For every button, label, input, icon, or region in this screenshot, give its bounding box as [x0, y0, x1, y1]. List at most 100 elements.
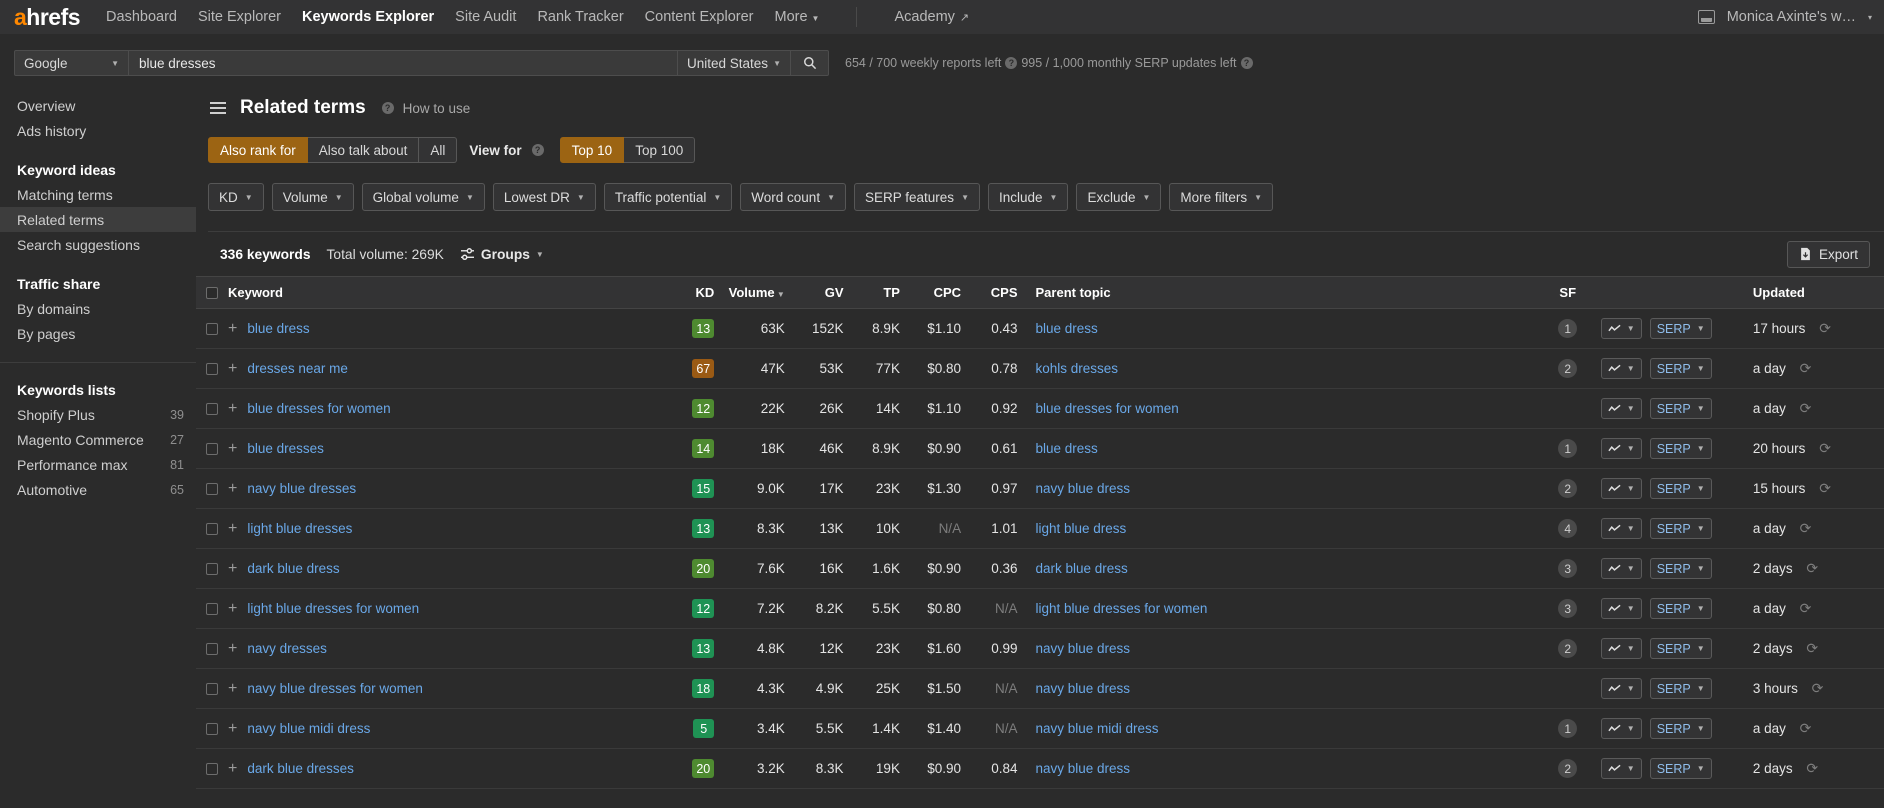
table-row[interactable]: + dresses near me 67 47K 53K 77K $0.80 0…: [196, 349, 1884, 389]
column-header-sf[interactable]: SF: [1541, 277, 1595, 309]
serp-button[interactable]: SERP ▼: [1650, 638, 1712, 659]
sidebar-item-performance-max[interactable]: Performance max 81: [0, 452, 196, 477]
sidebar-item-overview[interactable]: Overview: [0, 93, 196, 118]
column-header-tp[interactable]: TP: [850, 277, 906, 309]
column-header-cps[interactable]: CPS: [967, 277, 1023, 309]
parent-topic-link[interactable]: blue dresses for women: [1036, 401, 1179, 416]
row-checkbox[interactable]: [206, 403, 218, 415]
metrics-chart-button[interactable]: ▼: [1601, 318, 1642, 339]
parent-topic-link[interactable]: blue dress: [1036, 441, 1098, 456]
metrics-chart-button[interactable]: ▼: [1601, 398, 1642, 419]
sidebar-item-shopify-plus[interactable]: Shopify Plus 39: [0, 402, 196, 427]
row-checkbox[interactable]: [206, 763, 218, 775]
filter-global-volume[interactable]: Global volume▼: [362, 183, 485, 211]
table-row[interactable]: + light blue dresses for women 12 7.2K 8…: [196, 589, 1884, 629]
parent-topic-link[interactable]: navy blue dress: [1036, 761, 1131, 776]
search-submit-button[interactable]: [791, 50, 829, 76]
sf-badge[interactable]: 2: [1558, 639, 1577, 658]
help-icon[interactable]: ?: [532, 144, 544, 156]
keyword-link[interactable]: blue dresses: [247, 441, 324, 456]
ahrefs-logo[interactable]: ahrefs: [14, 6, 80, 29]
metrics-chart-button[interactable]: ▼: [1601, 358, 1642, 379]
table-row[interactable]: + navy blue midi dress 5 3.4K 5.5K 1.4K …: [196, 709, 1884, 749]
parent-topic-link[interactable]: navy blue midi dress: [1036, 721, 1159, 736]
serp-button[interactable]: SERP ▼: [1650, 358, 1712, 379]
serp-button[interactable]: SERP ▼: [1650, 598, 1712, 619]
row-checkbox[interactable]: [206, 603, 218, 615]
serp-button[interactable]: SERP ▼: [1650, 758, 1712, 779]
nav-link-academy[interactable]: Academy↗: [894, 9, 969, 25]
sf-badge[interactable]: 2: [1558, 479, 1577, 498]
inbox-icon[interactable]: [1698, 10, 1715, 24]
add-keyword-icon[interactable]: +: [228, 761, 237, 777]
column-header-keyword[interactable]: Keyword: [196, 277, 666, 309]
filter-kd[interactable]: KD▼: [208, 183, 264, 211]
menu-toggle-icon[interactable]: [208, 100, 228, 116]
sf-badge[interactable]: 2: [1558, 759, 1577, 778]
column-header-volume[interactable]: Volume ▼: [720, 277, 791, 309]
parent-topic-link[interactable]: kohls dresses: [1036, 361, 1119, 376]
parent-topic-link[interactable]: blue dress: [1036, 321, 1098, 336]
add-keyword-icon[interactable]: +: [228, 481, 237, 497]
row-checkbox[interactable]: [206, 643, 218, 655]
table-row[interactable]: + navy blue dresses 15 9.0K 17K 23K $1.3…: [196, 469, 1884, 509]
keyword-link[interactable]: dark blue dress: [247, 561, 339, 576]
refresh-icon[interactable]: ⟳: [1806, 640, 1818, 656]
keyword-search-input[interactable]: [129, 50, 678, 76]
filter-serp-features[interactable]: SERP features▼: [854, 183, 980, 211]
table-row[interactable]: + blue dresses 14 18K 46K 8.9K $0.90 0.6…: [196, 429, 1884, 469]
metrics-chart-button[interactable]: ▼: [1601, 558, 1642, 579]
export-button[interactable]: Export: [1787, 241, 1870, 268]
row-checkbox[interactable]: [206, 683, 218, 695]
keyword-link[interactable]: blue dress: [247, 321, 309, 336]
parent-topic-link[interactable]: navy blue dress: [1036, 641, 1131, 656]
filter-more-filters[interactable]: More filters▼: [1169, 183, 1273, 211]
keyword-link[interactable]: navy blue midi dress: [247, 721, 370, 736]
workspace-name[interactable]: Monica Axinte's w…: [1727, 9, 1856, 25]
add-keyword-icon[interactable]: +: [228, 681, 237, 697]
add-keyword-icon[interactable]: +: [228, 401, 237, 417]
filter-exclude[interactable]: Exclude▼: [1076, 183, 1161, 211]
serp-button[interactable]: SERP ▼: [1650, 718, 1712, 739]
table-row[interactable]: + light blue dresses 13 8.3K 13K 10K N/A…: [196, 509, 1884, 549]
serp-button[interactable]: SERP ▼: [1650, 478, 1712, 499]
table-row[interactable]: + navy dresses 13 4.8K 12K 23K $1.60 0.9…: [196, 629, 1884, 669]
keyword-link[interactable]: light blue dresses for women: [247, 601, 419, 616]
refresh-icon[interactable]: ⟳: [1800, 720, 1812, 736]
help-icon[interactable]: ?: [1005, 57, 1017, 69]
add-keyword-icon[interactable]: +: [228, 601, 237, 617]
row-checkbox[interactable]: [206, 483, 218, 495]
refresh-icon[interactable]: ⟳: [1806, 560, 1818, 576]
serp-button[interactable]: SERP ▼: [1650, 678, 1712, 699]
sidebar-item-related-terms[interactable]: Related terms: [0, 207, 196, 232]
sidebar-item-magento-commerce[interactable]: Magento Commerce 27: [0, 427, 196, 452]
parent-topic-link[interactable]: navy blue dress: [1036, 681, 1131, 696]
refresh-icon[interactable]: ⟳: [1819, 480, 1831, 496]
help-icon[interactable]: ?: [1241, 57, 1253, 69]
filter-include[interactable]: Include▼: [988, 183, 1068, 211]
sidebar-item-ads-history[interactable]: Ads history: [0, 118, 196, 143]
serp-button[interactable]: SERP ▼: [1650, 558, 1712, 579]
table-row[interactable]: + blue dress 13 63K 152K 8.9K $1.10 0.43…: [196, 309, 1884, 349]
filter-word-count[interactable]: Word count▼: [740, 183, 846, 211]
serp-button[interactable]: SERP ▼: [1650, 518, 1712, 539]
sidebar-item-search-suggestions[interactable]: Search suggestions: [0, 232, 196, 257]
keyword-link[interactable]: dresses near me: [247, 361, 348, 376]
table-row[interactable]: + navy blue dresses for women 18 4.3K 4.…: [196, 669, 1884, 709]
metrics-chart-button[interactable]: ▼: [1601, 438, 1642, 459]
parent-topic-link[interactable]: light blue dresses for women: [1036, 601, 1208, 616]
metrics-chart-button[interactable]: ▼: [1601, 638, 1642, 659]
metrics-chart-button[interactable]: ▼: [1601, 518, 1642, 539]
refresh-icon[interactable]: ⟳: [1800, 600, 1812, 616]
keyword-link[interactable]: dark blue dresses: [247, 761, 354, 776]
select-all-checkbox[interactable]: [206, 287, 218, 299]
sidebar-item-matching-terms[interactable]: Matching terms: [0, 182, 196, 207]
refresh-icon[interactable]: ⟳: [1812, 680, 1824, 696]
nav-link-site-explorer[interactable]: Site Explorer: [198, 9, 281, 25]
keyword-link[interactable]: navy blue dresses: [247, 481, 356, 496]
row-checkbox[interactable]: [206, 523, 218, 535]
filter-volume[interactable]: Volume▼: [272, 183, 354, 211]
refresh-icon[interactable]: ⟳: [1800, 400, 1812, 416]
column-header-gv[interactable]: GV: [791, 277, 850, 309]
tab-also-talk-about[interactable]: Also talk about: [308, 137, 420, 163]
